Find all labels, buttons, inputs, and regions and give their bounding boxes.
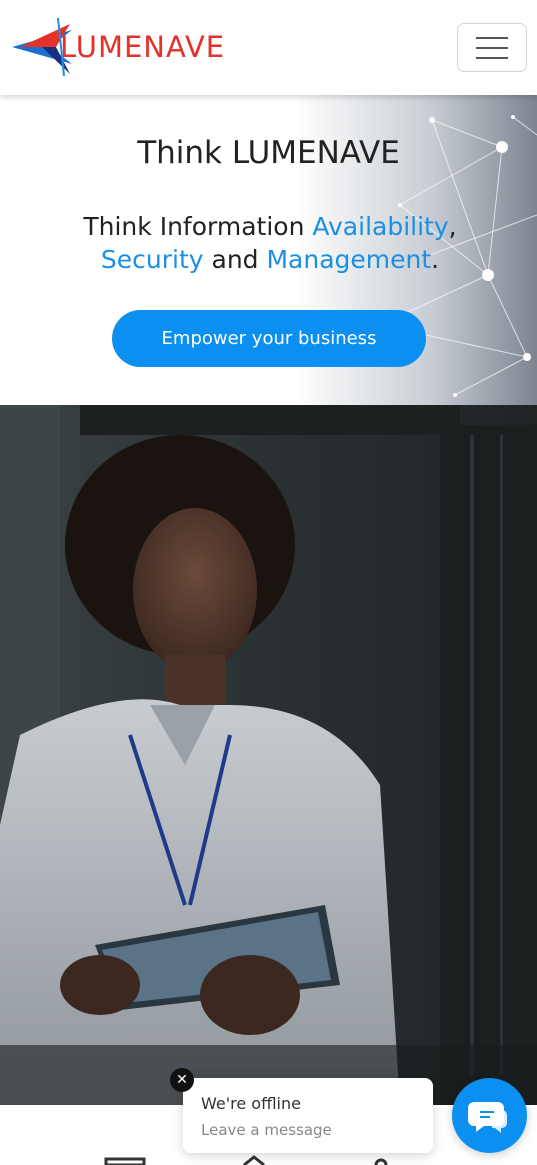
chat-launcher-button[interactable] <box>452 1078 527 1153</box>
menu-button[interactable] <box>457 23 527 72</box>
chat-icon <box>468 1102 507 1133</box>
hero-title: Think LUMENAVE <box>137 135 400 171</box>
woman-with-tablet-image <box>0 405 537 1105</box>
hero-subtitle: Think Information Availability, Security… <box>40 210 500 276</box>
logo-text: LUMENAVE <box>60 30 226 64</box>
chat-offline-bubble[interactable]: We're offline Leave a message <box>183 1078 433 1153</box>
subtitle-and: and <box>203 245 267 274</box>
subtitle-prefix: Think Information <box>83 212 313 241</box>
chat-title: We're offline <box>201 1094 301 1113</box>
chat-subtitle: Leave a message <box>201 1121 332 1139</box>
subtitle-availability: Availability <box>312 212 449 241</box>
subtitle-security: Security <box>100 245 204 274</box>
site-header: LUMENAVE <box>0 0 537 95</box>
subtitle-comma: , <box>448 212 457 241</box>
logo[interactable]: LUMENAVE <box>12 16 272 78</box>
subtitle-management: Management <box>266 245 432 274</box>
hero-photo <box>0 405 537 1105</box>
chat-close-button[interactable]: ✕ <box>170 1068 194 1092</box>
subtitle-period: . <box>431 245 440 274</box>
empower-business-button[interactable]: Empower your business <box>112 310 426 367</box>
hero-section: Think LUMENAVE Think Information Availab… <box>0 95 537 405</box>
